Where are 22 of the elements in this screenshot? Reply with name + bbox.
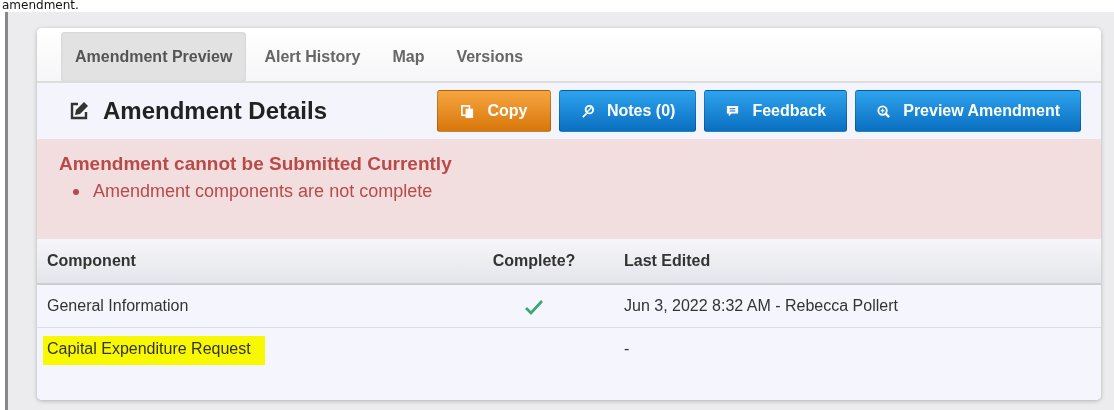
table-cell: General Information bbox=[47, 297, 189, 314]
action-button[interactable]: Feedback bbox=[704, 90, 848, 132]
action-button[interactable]: Notes (0) bbox=[558, 90, 697, 132]
alert-title: Amendment cannot be Submitted Currently bbox=[59, 153, 453, 175]
tab[interactable]: Alert History bbox=[250, 32, 375, 82]
tab[interactable]: Versions bbox=[442, 32, 538, 82]
tab[interactable]: Amendment Preview bbox=[61, 32, 247, 82]
alert-message: Amendment components are not complete bbox=[73, 181, 1079, 202]
bullet-icon bbox=[73, 188, 79, 195]
table-cell: - bbox=[624, 340, 630, 357]
table-cell: Jun 3, 2022 8:32 AM - Rebecca Pollert bbox=[624, 297, 898, 314]
copy-icon bbox=[460, 103, 476, 119]
tab[interactable]: Map bbox=[378, 32, 439, 82]
column-header: Last Edited bbox=[610, 239, 1101, 284]
edit-icon bbox=[69, 101, 89, 121]
caption-text: amendment. bbox=[2, 0, 79, 12]
action-button[interactable]: Preview Amendment bbox=[855, 90, 1081, 132]
table-cell: Capital Expenditure Request bbox=[43, 336, 265, 365]
section-title: Amendment Details bbox=[103, 97, 328, 125]
column-header: Complete? bbox=[458, 239, 610, 284]
zoom-in-icon bbox=[876, 103, 892, 119]
column-header: Component bbox=[37, 239, 458, 284]
